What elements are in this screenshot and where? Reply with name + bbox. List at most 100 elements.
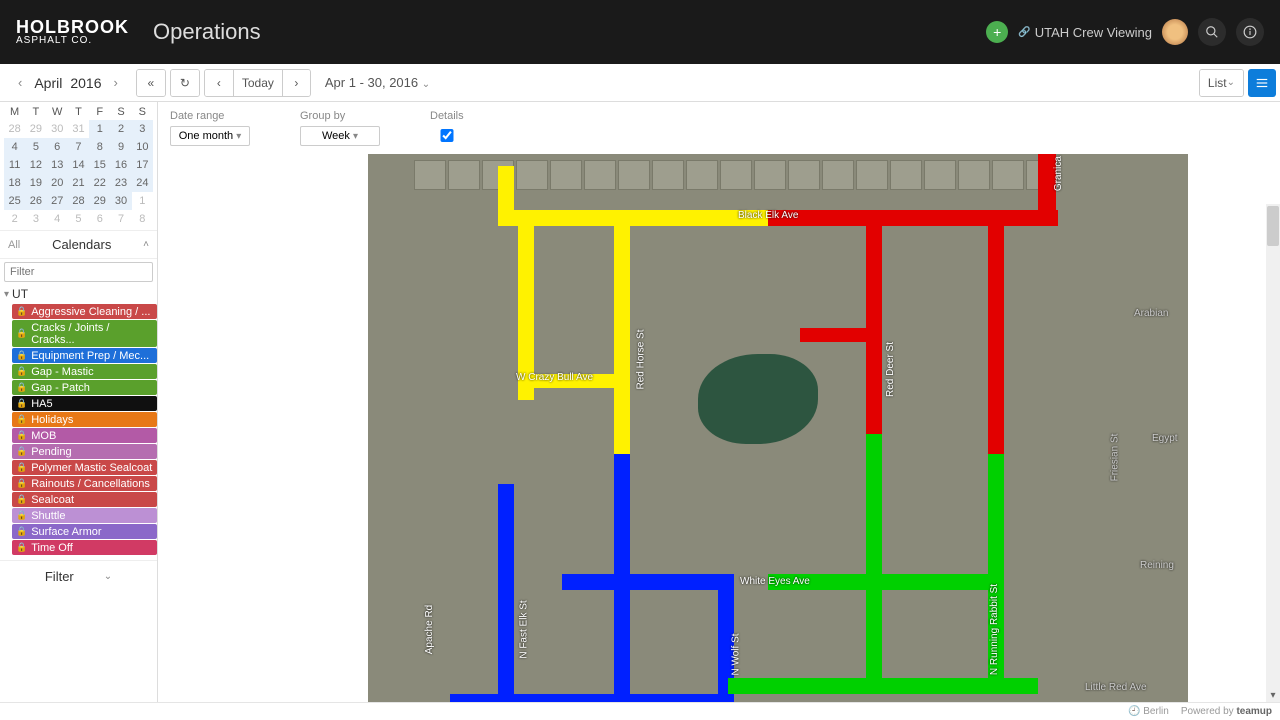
street-label: Red Deer St (885, 342, 896, 397)
calendar-day[interactable]: 26 (25, 192, 46, 210)
calendar-item[interactable]: 🔒Polymer Mastic Sealcoat (12, 460, 157, 475)
group-by-label: Group by (300, 110, 380, 122)
calendar-day[interactable]: 8 (132, 210, 153, 228)
calendar-day[interactable]: 30 (110, 192, 131, 210)
calendar-item-label: Time Off (31, 542, 73, 554)
calendar-day[interactable]: 7 (68, 138, 89, 156)
user-link[interactable]: 🔗 UTAH Crew Viewing (1018, 25, 1152, 40)
calendar-day[interactable]: 4 (47, 210, 68, 228)
calendars-header[interactable]: All Calendars ˄ (0, 230, 157, 259)
calendar-root[interactable]: ▾ UT (4, 285, 157, 303)
dow-header: F (89, 104, 110, 120)
toolbar: ‹ April 2016 › « ↻ ‹ Today › Apr 1 - 30,… (0, 64, 1280, 102)
calendar-day[interactable]: 20 (47, 174, 68, 192)
calendar-day[interactable]: 30 (47, 120, 68, 138)
calendar-day[interactable]: 28 (4, 120, 25, 138)
calendar-day[interactable]: 10 (132, 138, 153, 156)
timezone[interactable]: 🕘 Berlin (1128, 706, 1169, 717)
next-button[interactable]: › (282, 70, 310, 96)
calendar-day[interactable]: 12 (25, 156, 46, 174)
details-checkbox[interactable] (430, 129, 464, 142)
calendar-day[interactable]: 14 (68, 156, 89, 174)
calendar-day[interactable]: 2 (110, 120, 131, 138)
calendar-day[interactable]: 15 (89, 156, 110, 174)
calendar-item[interactable]: 🔒Gap - Patch (12, 380, 157, 395)
next-month-icon[interactable]: › (110, 71, 122, 94)
calendar-day[interactable]: 3 (132, 120, 153, 138)
filter-input[interactable] (4, 262, 153, 282)
menu-button[interactable] (1248, 69, 1276, 97)
refresh-button[interactable]: ↻ (171, 70, 199, 96)
calendar-day[interactable]: 8 (89, 138, 110, 156)
map-image[interactable]: Black Elk Ave W Crazy Bull Ave Red Horse… (368, 154, 1280, 702)
scroll-down-icon[interactable]: ▾ (1266, 688, 1280, 702)
date-range-picker[interactable]: Apr 1 - 30, 2016 ⌄ (315, 75, 440, 90)
calendar-item[interactable]: 🔒Rainouts / Cancellations (12, 476, 157, 491)
calendar-item-label: Gap - Patch (31, 382, 90, 394)
calendar-day[interactable]: 29 (89, 192, 110, 210)
calendar-item[interactable]: 🔒Shuttle (12, 508, 157, 523)
avatar[interactable] (1162, 19, 1188, 45)
month-label[interactable]: April (34, 75, 62, 91)
group-by-select[interactable]: Week ▾ (300, 126, 380, 146)
calendar-day[interactable]: 18 (4, 174, 25, 192)
calendar-day[interactable]: 24 (132, 174, 153, 192)
year-label[interactable]: 2016 (70, 75, 101, 91)
back-button[interactable]: « (137, 70, 165, 96)
calendar-day[interactable]: 5 (25, 138, 46, 156)
prev-month-icon[interactable]: ‹ (14, 71, 26, 94)
calendar-day[interactable]: 2 (4, 210, 25, 228)
calendar-item[interactable]: 🔒Sealcoat (12, 492, 157, 507)
calendar-item[interactable]: 🔒Pending (12, 444, 157, 459)
scroll-thumb[interactable] (1267, 206, 1279, 246)
calendar-day[interactable]: 31 (68, 120, 89, 138)
lock-icon: 🔒 (16, 526, 27, 537)
add-button[interactable]: + (986, 21, 1008, 43)
brand[interactable]: teamup (1236, 706, 1272, 717)
street-label: Red Horse St (636, 329, 647, 389)
prev-button[interactable]: ‹ (205, 70, 233, 96)
calendar-day[interactable]: 9 (110, 138, 131, 156)
calendar-item[interactable]: 🔒MOB (12, 428, 157, 443)
calendar-day[interactable]: 23 (110, 174, 131, 192)
user-text: UTAH Crew Viewing (1035, 25, 1152, 40)
info-icon[interactable] (1236, 18, 1264, 46)
calendar-day[interactable]: 7 (110, 210, 131, 228)
list-view-button[interactable]: List ⌄ (1200, 70, 1243, 96)
calendar-day[interactable]: 13 (47, 156, 68, 174)
calendar-item[interactable]: 🔒HA5 (12, 396, 157, 411)
calendar-day[interactable]: 25 (4, 192, 25, 210)
calendar-item[interactable]: 🔒Surface Armor (12, 524, 157, 539)
calendar-day[interactable]: 1 (132, 192, 153, 210)
month-nav: ‹ April 2016 › (4, 71, 132, 94)
vertical-scrollbar[interactable]: ▴ ▾ (1266, 204, 1280, 702)
calendar-item[interactable]: 🔒Gap - Mastic (12, 364, 157, 379)
calendar-day[interactable]: 22 (89, 174, 110, 192)
calendar-day[interactable]: 11 (4, 156, 25, 174)
calendar-day[interactable]: 17 (132, 156, 153, 174)
calendar-item-label: Sealcoat (31, 494, 74, 506)
search-icon[interactable] (1198, 18, 1226, 46)
calendar-item[interactable]: 🔒Aggressive Cleaning / ... (12, 304, 157, 319)
calendar-item[interactable]: 🔒Time Off (12, 540, 157, 555)
calendar-day[interactable]: 16 (110, 156, 131, 174)
calendar-day[interactable]: 3 (25, 210, 46, 228)
calendar-day[interactable]: 27 (47, 192, 68, 210)
calendar-day[interactable]: 21 (68, 174, 89, 192)
calendar-day[interactable]: 6 (47, 138, 68, 156)
calendar-day[interactable]: 1 (89, 120, 110, 138)
calendar-day[interactable]: 28 (68, 192, 89, 210)
filter-section[interactable]: Filter ⌄ (0, 560, 157, 592)
all-link[interactable]: All (8, 239, 20, 251)
calendar-day[interactable]: 5 (68, 210, 89, 228)
calendar-day[interactable]: 6 (89, 210, 110, 228)
calendar-item[interactable]: 🔒Equipment Prep / Mec... (12, 348, 157, 363)
calendar-day[interactable]: 29 (25, 120, 46, 138)
date-range-select[interactable]: One month ▾ (170, 126, 250, 146)
today-button[interactable]: Today (233, 70, 282, 96)
calendar-item[interactable]: 🔒Holidays (12, 412, 157, 427)
calendar-day[interactable]: 4 (4, 138, 25, 156)
chevron-up-icon[interactable]: ˄ (143, 239, 149, 250)
calendar-item[interactable]: 🔒Cracks / Joints / Cracks... (12, 320, 157, 347)
calendar-day[interactable]: 19 (25, 174, 46, 192)
